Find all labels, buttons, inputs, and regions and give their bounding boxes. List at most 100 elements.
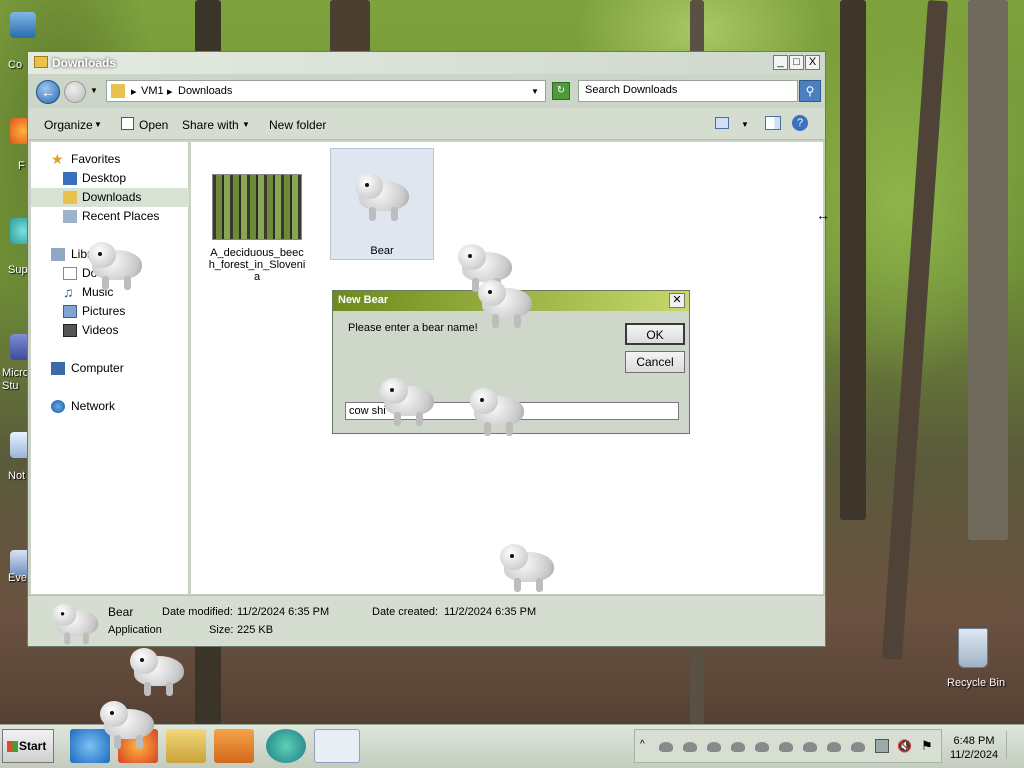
windows-flag-icon (7, 741, 18, 752)
action-center-flag-icon[interactable]: ⚑ (921, 738, 933, 754)
address-dropdown-icon[interactable]: ▼ (531, 87, 539, 96)
address-toolbar: ← ▼ ▸ VM1 ▸ Downloads ▼ ↻ Search Downloa… (28, 74, 825, 108)
file-explorer-icon[interactable] (166, 729, 206, 763)
share-with-button[interactable]: Share with (182, 118, 239, 132)
breadcrumb-separator: ▸ (167, 86, 173, 98)
chevron-down-icon: ▼ (242, 120, 250, 129)
close-button[interactable]: X (805, 55, 820, 70)
edge-icon[interactable] (266, 729, 306, 763)
nav-label: Recent Places (82, 209, 160, 223)
computer-icon[interactable] (10, 12, 36, 38)
recycle-bin-icon[interactable] (958, 628, 988, 668)
tree-trunk (968, 0, 1008, 540)
nav-desktop[interactable]: Desktop (31, 169, 189, 188)
recent-places-icon (63, 210, 77, 223)
new-folder-button[interactable]: New folder (269, 118, 326, 132)
computer-icon (51, 362, 65, 375)
dialog-close-icon[interactable]: ✕ (669, 293, 685, 308)
search-input[interactable]: Search Downloads (578, 80, 798, 102)
desktop-label: F (18, 160, 25, 172)
breadcrumb-downloads[interactable]: Downloads (178, 85, 232, 97)
minimize-button[interactable]: _ (773, 55, 788, 70)
network-icon (51, 400, 65, 413)
bear-sprite (470, 386, 528, 438)
nav-label: Pictures (82, 304, 126, 318)
maximize-button[interactable]: □ (789, 55, 804, 70)
breadcrumb-vm1[interactable]: VM1 (141, 85, 164, 97)
media-player-icon[interactable] (214, 729, 254, 763)
documents-icon (63, 267, 77, 280)
file-name-bear: Bear (370, 245, 394, 257)
nav-videos[interactable]: Videos (31, 321, 189, 340)
date-created-value: 11/2/2024 6:35 PM (444, 606, 537, 618)
tray-bear-icon[interactable] (731, 742, 745, 752)
navigation-pane: ★ Favorites Desktop Downloads Recent Pla… (31, 142, 189, 594)
star-icon: ★ (51, 151, 64, 167)
network-tray-icon[interactable] (875, 739, 889, 753)
downloads-folder-icon (63, 191, 77, 204)
cancel-button[interactable]: Cancel (625, 351, 685, 373)
nav-computer[interactable]: Computer (31, 359, 189, 378)
nav-label: Videos (82, 323, 119, 337)
tray-bear-icon[interactable] (755, 742, 769, 752)
nav-favorites[interactable]: ★ Favorites (31, 150, 189, 169)
start-button[interactable]: Start (2, 729, 54, 763)
view-options-icon[interactable] (715, 117, 729, 129)
size-label: Size: (209, 624, 234, 636)
help-icon[interactable]: ? (792, 115, 808, 131)
tray-bear-icon[interactable] (851, 742, 865, 752)
dialog-title: New Bear (338, 294, 389, 306)
organize-button[interactable]: Organize (44, 118, 93, 132)
tray-bear-icon[interactable] (803, 742, 817, 752)
details-name: Bear (108, 605, 134, 619)
tray-bear-icon[interactable] (683, 742, 697, 752)
show-desktop-button[interactable] (1006, 731, 1018, 759)
breadcrumb-separator: ▸ (131, 86, 137, 98)
volume-muted-icon[interactable]: 🔇 (897, 739, 912, 753)
preview-pane-icon[interactable] (765, 116, 781, 130)
chevron-down-icon[interactable]: ▼ (90, 86, 98, 95)
open-button[interactable]: Open (139, 118, 168, 132)
start-label: Start (19, 739, 47, 753)
window-titlebar[interactable]: Downloads _ □ X (28, 52, 825, 74)
bear-app-icon (355, 171, 413, 223)
ok-button[interactable]: OK (625, 323, 685, 345)
desktop-label: Sup (8, 264, 28, 276)
desktop-icon (63, 172, 77, 185)
chevron-down-icon[interactable]: ▼ (741, 120, 749, 129)
dialog-message: Please enter a bear name! (348, 322, 478, 334)
bear-app-icon (52, 602, 101, 646)
clock[interactable]: 6:48 PM 11/2/2024 (948, 734, 1000, 762)
back-arrow-icon[interactable]: ← (36, 80, 60, 104)
refresh-icon[interactable]: ↻ (552, 82, 570, 100)
tray-bear-icon[interactable] (827, 742, 841, 752)
music-note-icon: ♫ (63, 284, 74, 300)
tray-bear-icon[interactable] (659, 742, 673, 752)
nav-recent-places[interactable]: Recent Places (31, 207, 189, 226)
tray-bear-icon[interactable] (779, 742, 793, 752)
taskbar: Start ^ 🔇 ⚑ 6:48 PM 11/2/2024 (0, 701, 1024, 768)
bear-file-tile[interactable]: Bear (330, 148, 434, 260)
tree-trunk (840, 0, 866, 520)
address-bar[interactable]: ▸ VM1 ▸ Downloads ▼ (106, 80, 546, 102)
forward-arrow-icon[interactable] (64, 81, 86, 103)
desktop-label: Micro Stu (2, 367, 29, 392)
bear-sprite (130, 646, 188, 698)
tray-bear-icon[interactable] (707, 742, 721, 752)
clock-time: 6:48 PM (953, 735, 995, 747)
pictures-icon (63, 305, 77, 318)
desktop-label: Eve (8, 572, 27, 584)
nav-downloads[interactable]: Downloads (31, 188, 189, 207)
bear-app-taskbar-icon[interactable] (314, 729, 360, 763)
folder-icon (34, 56, 48, 68)
date-created-label: Date created: (372, 606, 439, 618)
search-icon[interactable]: ⚲ (799, 80, 821, 102)
libraries-icon (51, 248, 65, 261)
clock-date: 11/2/2024 (949, 749, 999, 761)
nav-network[interactable]: Network (31, 397, 189, 416)
open-icon (121, 117, 134, 130)
forest-image-thumbnail[interactable] (212, 174, 302, 240)
nav-pictures[interactable]: Pictures (31, 302, 189, 321)
file-name-forest[interactable]: A_deciduous_beech_forest_in_Slovenia (208, 247, 306, 283)
chevron-up-icon[interactable]: ^ (640, 739, 645, 750)
